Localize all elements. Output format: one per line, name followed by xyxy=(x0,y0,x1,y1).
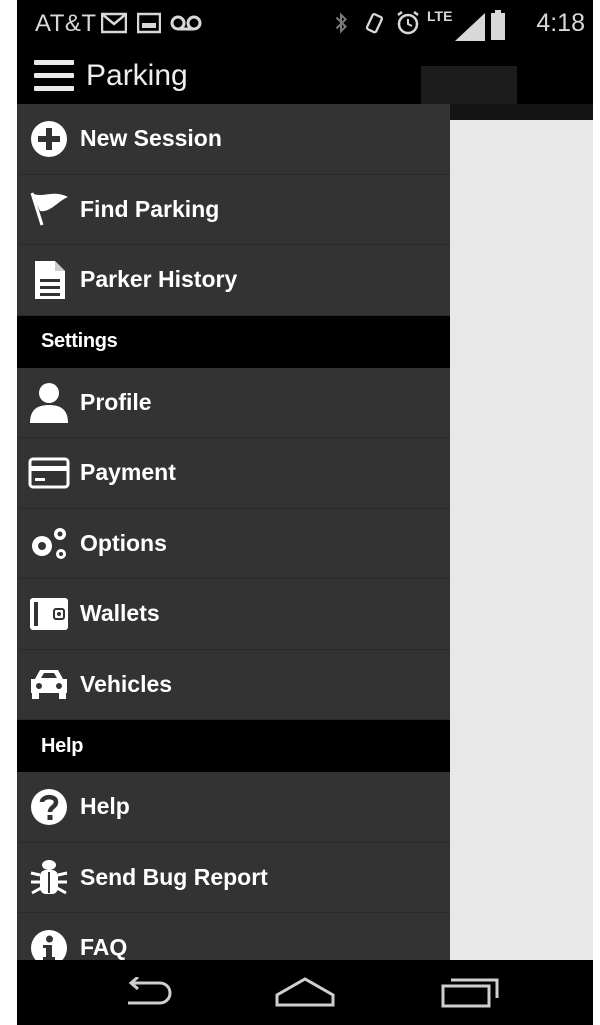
settings-section-header: Settings xyxy=(17,315,450,368)
drawer-item-label: Profile xyxy=(80,388,152,415)
app-title: Parking xyxy=(86,59,188,92)
drawer-item-profile[interactable]: Profile xyxy=(17,368,450,438)
drawer-item-label: Options xyxy=(80,529,167,556)
navigation-drawer: New Session Find Parking Parker History … xyxy=(17,104,450,984)
drawer-item-label: Help xyxy=(80,793,130,820)
menu-icon[interactable] xyxy=(34,60,74,92)
gears-icon xyxy=(27,521,71,565)
status-bar: AT&T LTE 4:18 xyxy=(17,0,593,48)
drawer-item-options[interactable]: Options xyxy=(17,509,450,579)
drawer-item-label: Payment xyxy=(80,459,176,486)
drawer-item-help[interactable]: Help xyxy=(17,772,450,843)
network-type-label: LTE xyxy=(427,8,453,24)
credit-card-icon xyxy=(27,451,71,495)
battery-icon xyxy=(491,10,505,40)
plus-circle-icon xyxy=(27,117,71,161)
home-icon[interactable] xyxy=(270,970,340,1014)
rotate-icon xyxy=(365,13,384,34)
document-icon xyxy=(27,258,71,302)
help-section-header: Help xyxy=(17,720,450,772)
drawer-item-label: Wallets xyxy=(80,600,160,627)
system-nav-bar xyxy=(17,960,593,1025)
question-circle-icon xyxy=(27,785,71,829)
drawer-item-find-parking[interactable]: Find Parking xyxy=(17,175,450,245)
drawer-item-parker-history[interactable]: Parker History xyxy=(17,245,450,316)
drawer-item-new-session[interactable]: New Session xyxy=(17,104,450,175)
drawer-item-wallets[interactable]: Wallets xyxy=(17,579,450,650)
drawer-item-vehicles[interactable]: Vehicles xyxy=(17,650,450,720)
carrier-name: AT&T xyxy=(35,10,97,37)
section-header-label: Help xyxy=(41,734,84,757)
section-header-label: Settings xyxy=(41,330,118,352)
drawer-item-label: Vehicles xyxy=(80,670,173,697)
alarm-icon xyxy=(397,11,419,35)
clock: 4:18 xyxy=(536,9,585,37)
flag-icon xyxy=(27,187,71,231)
phone-screen: AT&T LTE 4:18 Parking New Session Find P… xyxy=(17,0,593,1025)
voicemail-icon xyxy=(170,15,202,31)
drawer-item-label: Send Bug Report xyxy=(80,863,268,890)
drawer-item-label: Parker History xyxy=(80,266,238,293)
wallet-icon xyxy=(27,592,71,636)
drawer-item-label: Find Parking xyxy=(80,195,220,222)
drawer-item-label: New Session xyxy=(80,125,222,152)
bug-icon xyxy=(27,855,71,899)
car-icon xyxy=(27,662,71,706)
drawer-item-payment[interactable]: Payment xyxy=(17,438,450,509)
recent-apps-icon[interactable] xyxy=(435,970,505,1014)
image-icon xyxy=(137,12,161,34)
back-icon[interactable] xyxy=(111,970,181,1014)
signal-icon xyxy=(455,13,485,41)
drawer-item-send-bug-report[interactable]: Send Bug Report xyxy=(17,843,450,913)
person-icon xyxy=(27,380,71,424)
action-bar: Parking xyxy=(17,48,593,104)
action-bar-button[interactable] xyxy=(421,66,517,104)
drawer-item-label: FAQ xyxy=(80,934,128,961)
gmail-icon xyxy=(101,12,127,34)
bluetooth-icon xyxy=(335,12,348,34)
